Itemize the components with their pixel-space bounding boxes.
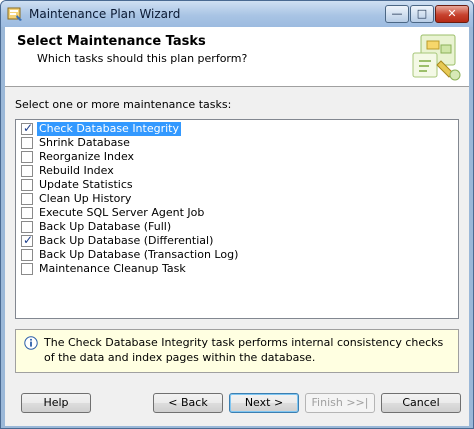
wizard-app-icon	[7, 7, 22, 21]
task-reorganize-index[interactable]: Reorganize Index	[18, 150, 456, 164]
task-checkbox[interactable]: ✓	[21, 233, 34, 247]
tasks-prompt: Select one or more maintenance tasks:	[15, 98, 232, 111]
finish-button[interactable]: Finish >>|	[305, 393, 375, 413]
close-button[interactable]: ✕	[435, 5, 469, 23]
task-label: Maintenance Cleanup Task	[39, 262, 186, 275]
maximize-button[interactable]: □	[410, 5, 434, 23]
task-checkbox[interactable]	[21, 165, 33, 177]
check-mark-icon: ✓	[23, 121, 34, 135]
task-check-database-integrity[interactable]: ✓ Check Database Integrity	[18, 121, 456, 136]
check-mark-icon: ✓	[23, 233, 34, 247]
task-checkbox[interactable]	[21, 179, 33, 191]
task-checkbox[interactable]	[21, 249, 33, 261]
task-label: Back Up Database (Transaction Log)	[39, 248, 239, 261]
task-rebuild-index[interactable]: Rebuild Index	[18, 164, 456, 178]
minimize-button[interactable]: —	[385, 5, 409, 23]
task-description-text: The Check Database Integrity task perfor…	[44, 336, 444, 364]
task-label: Clean Up History	[39, 192, 132, 205]
task-backup-differential[interactable]: ✓ Back Up Database (Differential)	[18, 233, 456, 248]
task-checkbox[interactable]: ✓	[21, 121, 34, 135]
task-shrink-database[interactable]: Shrink Database	[18, 136, 456, 150]
task-backup-full[interactable]: Back Up Database (Full)	[18, 220, 456, 234]
task-checkbox[interactable]	[21, 137, 33, 149]
task-label: Reorganize Index	[39, 150, 135, 163]
task-label: Back Up Database (Differential)	[39, 234, 214, 247]
task-label: Execute SQL Server Agent Job	[39, 206, 205, 219]
task-list[interactable]: ✓ Check Database Integrity Shrink Databa…	[15, 119, 459, 319]
title-bar[interactable]: Maintenance Plan Wizard — □ ✕	[1, 1, 473, 27]
task-checkbox[interactable]	[21, 221, 33, 233]
cancel-button[interactable]: Cancel	[381, 393, 461, 413]
wizard-header: Select Maintenance Tasks Which tasks sho…	[5, 27, 469, 87]
task-checkbox[interactable]	[21, 151, 33, 163]
window-title: Maintenance Plan Wizard	[29, 7, 181, 21]
task-label: Update Statistics	[39, 178, 133, 191]
task-clean-up-history[interactable]: Clean Up History	[18, 192, 456, 206]
task-checkbox[interactable]	[21, 263, 33, 275]
wizard-window: Maintenance Plan Wizard — □ ✕ Select Mai…	[0, 0, 474, 429]
page-subtitle: Which tasks should this plan perform?	[37, 52, 248, 65]
help-button[interactable]: Help	[21, 393, 91, 413]
task-label: Rebuild Index	[39, 164, 114, 177]
task-label: Shrink Database	[39, 136, 130, 149]
task-checkbox[interactable]	[21, 207, 33, 219]
task-description-box: The Check Database Integrity task perfor…	[15, 329, 459, 373]
task-maintenance-cleanup[interactable]: Maintenance Cleanup Task	[18, 262, 456, 276]
maintenance-graphic-icon	[412, 34, 461, 81]
task-label: Check Database Integrity	[37, 122, 181, 136]
task-label: Back Up Database (Full)	[39, 220, 172, 233]
wizard-client-area: Select Maintenance Tasks Which tasks sho…	[5, 27, 469, 426]
page-title: Select Maintenance Tasks	[17, 34, 206, 49]
info-icon	[24, 336, 38, 350]
next-button[interactable]: Next >	[229, 393, 299, 413]
task-checkbox[interactable]	[21, 193, 33, 205]
task-backup-transaction-log[interactable]: Back Up Database (Transaction Log)	[18, 248, 456, 262]
back-button[interactable]: < Back	[153, 393, 223, 413]
task-execute-agent-job[interactable]: Execute SQL Server Agent Job	[18, 206, 456, 220]
task-update-statistics[interactable]: Update Statistics	[18, 178, 456, 192]
